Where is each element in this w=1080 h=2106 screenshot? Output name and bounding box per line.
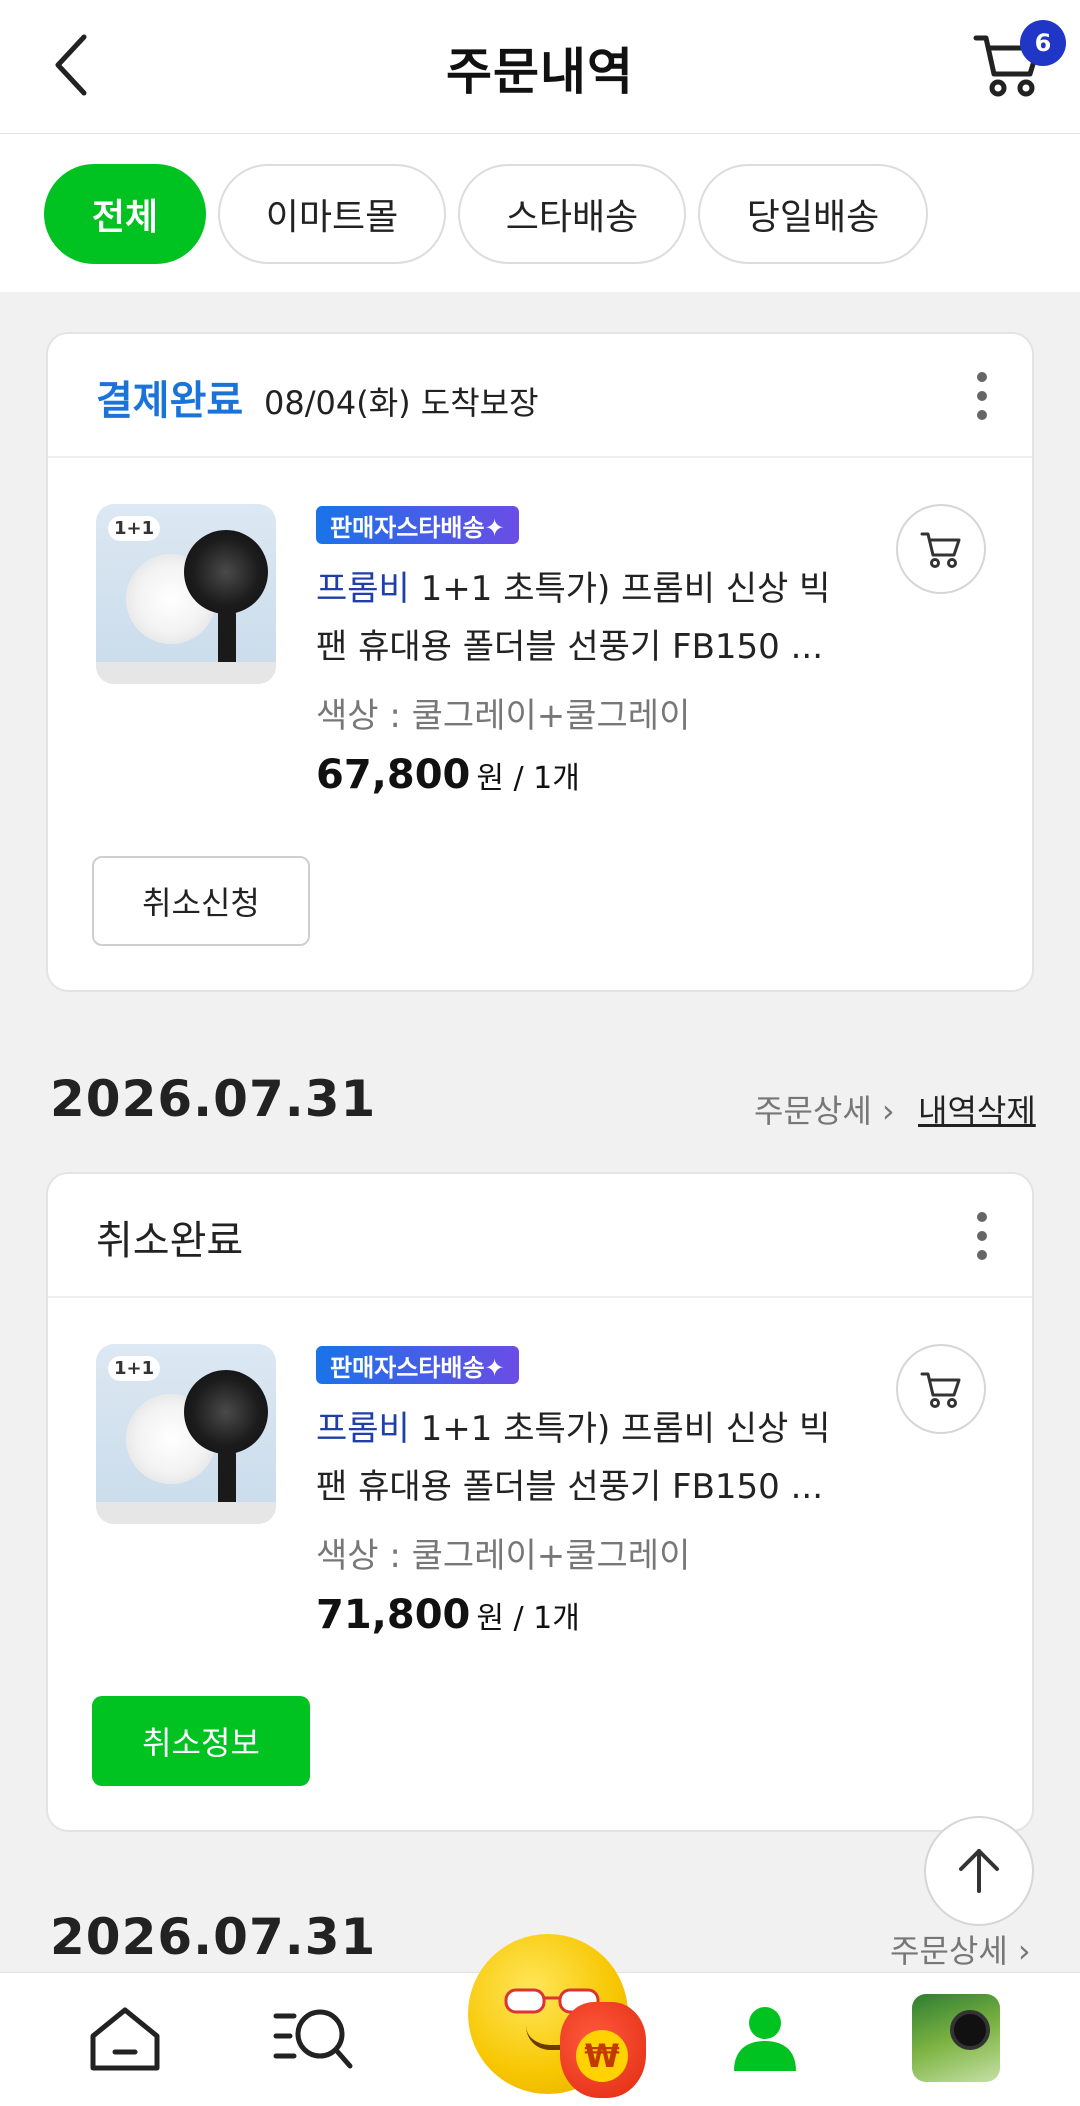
product-price: 71,800 원 / 1개 <box>316 1592 580 1638</box>
cart-icon <box>920 1372 961 1408</box>
home-icon <box>90 2007 160 2071</box>
order-date: 2026.07.31 <box>50 1908 377 1966</box>
product-option: 색상 : 쿨그레이+쿨그레이 <box>316 696 691 736</box>
black-fan-graphic <box>184 1370 268 1454</box>
promo-label: 1+1 <box>108 1356 161 1381</box>
price-unit: 원 / 1개 <box>476 761 580 796</box>
add-to-cart-button[interactable] <box>896 504 986 594</box>
delete-history-link[interactable]: 내역삭제 <box>918 1086 1036 1132</box>
kebab-dot <box>977 372 987 382</box>
order-card: 취소완료 1+1 판매자스타배송✦ 프롬비 1+1 초특가) 프롬비 신상 빅 … <box>46 1172 1034 1832</box>
price-value: 71,800 <box>316 1592 471 1638</box>
add-to-cart-button[interactable] <box>896 1344 986 1434</box>
order-status: 결제완료 <box>96 378 244 424</box>
order-card-header: 취소완료 <box>48 1174 1032 1298</box>
scroll-to-top-button[interactable] <box>924 1816 1034 1926</box>
kebab-dot <box>977 391 987 401</box>
order-card: 결제완료 08/04(화) 도착보장 1+1 판매자스타배송✦ 프롬비 1+1 … <box>46 332 1034 992</box>
cart-icon <box>920 532 961 568</box>
arrival-guarantee: 08/04(화) 도착보장 <box>264 384 539 422</box>
tab-same-day-delivery[interactable]: 당일배송 <box>698 164 928 264</box>
price-value: 67,800 <box>316 752 471 798</box>
more-options-button[interactable] <box>972 372 992 420</box>
tab-all[interactable]: 전체 <box>44 164 206 264</box>
kebab-dot <box>977 410 987 420</box>
seller-star-delivery-badge: 판매자스타배송✦ <box>316 1346 519 1384</box>
thumbnail-floor <box>96 1502 276 1524</box>
nav-home[interactable] <box>80 1993 170 2083</box>
mini-fan-graphic <box>950 2010 990 2050</box>
tab-emart-mall[interactable]: 이마트몰 <box>218 164 446 264</box>
promo-label: 1+1 <box>108 516 161 541</box>
product-thumbnail[interactable]: 1+1 <box>96 1344 276 1524</box>
product-option: 색상 : 쿨그레이+쿨그레이 <box>316 1536 691 1576</box>
product-name-line1: 1+1 초특가) 프롬비 신상 빅 <box>420 1409 831 1449</box>
cancel-request-button[interactable]: 취소신청 <box>92 856 310 946</box>
kebab-dot <box>977 1250 987 1260</box>
cart-count-badge: 6 <box>1020 20 1066 66</box>
price-unit: 원 / 1개 <box>476 1601 580 1636</box>
recent-product-thumbnail[interactable] <box>912 1994 1000 2082</box>
brand-name: 프롬비 <box>316 1409 410 1449</box>
filter-tabs: 전체 이마트몰 스타배송 당일배송 <box>0 134 1080 292</box>
product-name[interactable]: 프롬비 1+1 초특가) 프롬비 신상 빅 팬 휴대용 폴더블 선풍기 FB15… <box>316 1400 856 1516</box>
arrow-up-icon <box>959 1849 999 1893</box>
order-date: 2026.07.31 <box>50 1070 377 1128</box>
product-name-line2: 팬 휴대용 폴더블 선풍기 FB150 ... <box>316 1467 824 1507</box>
event-mascot[interactable]: ₩ <box>448 1926 646 2106</box>
cancel-info-button[interactable]: 취소정보 <box>92 1696 310 1786</box>
seller-star-delivery-badge: 판매자스타배송✦ <box>316 506 519 544</box>
my-page-icon <box>734 2007 796 2071</box>
product-price: 67,800 원 / 1개 <box>316 752 580 798</box>
more-options-button[interactable] <box>972 1212 992 1260</box>
order-detail-link[interactable]: 주문상세 › <box>754 1086 895 1132</box>
category-search-icon <box>273 2009 353 2069</box>
order-card-header: 결제완료 08/04(화) 도착보장 <box>48 334 1032 458</box>
product-name-line1: 1+1 초특가) 프롬비 신상 빅 <box>420 569 831 609</box>
won-symbol: ₩ <box>576 2030 628 2082</box>
product-name[interactable]: 프롬비 1+1 초특가) 프롬비 신상 빅 팬 휴대용 폴더블 선풍기 FB15… <box>316 560 856 676</box>
product-thumbnail[interactable]: 1+1 <box>96 504 276 684</box>
black-fan-graphic <box>184 530 268 614</box>
app-header: 주문내역 6 <box>0 0 1080 134</box>
page-title: 주문내역 <box>446 43 634 101</box>
kebab-dot <box>977 1231 987 1241</box>
tab-star-delivery[interactable]: 스타배송 <box>458 164 686 264</box>
product-name-line2: 팬 휴대용 폴더블 선풍기 FB150 ... <box>316 627 824 667</box>
nav-my-page[interactable] <box>720 1993 810 2083</box>
brand-name: 프롬비 <box>316 569 410 609</box>
thumbnail-floor <box>96 662 276 684</box>
order-detail-link[interactable]: 주문상세 › <box>890 1926 1031 1972</box>
kebab-dot <box>977 1212 987 1222</box>
nav-category-search[interactable] <box>270 1993 360 2083</box>
order-status: 취소완료 <box>96 1218 244 1264</box>
